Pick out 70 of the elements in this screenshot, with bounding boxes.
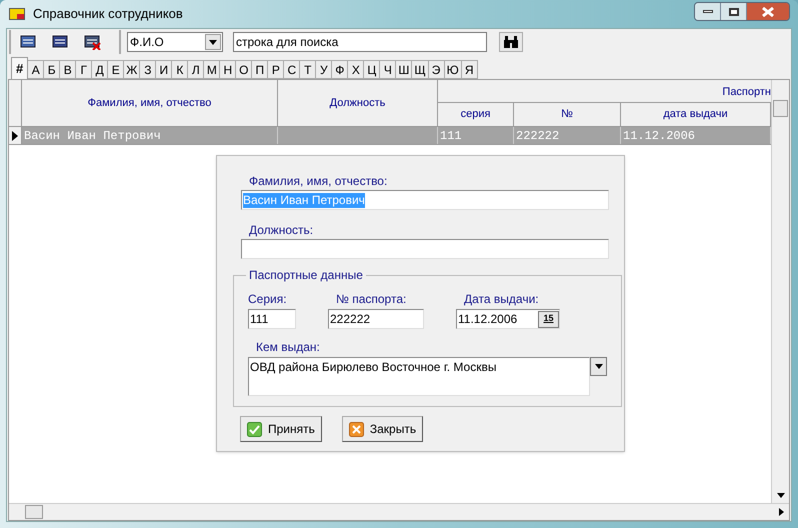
- field-label: Серия:: [248, 291, 288, 308]
- search-field-dropdown[interactable]: Ф.И.О: [127, 32, 223, 52]
- close-icon: [761, 6, 775, 16]
- app-icon: [9, 8, 25, 20]
- letter-tab[interactable]: Р: [267, 60, 284, 79]
- letter-tab[interactable]: П: [251, 60, 268, 79]
- field-label: № паспорта:: [336, 291, 408, 308]
- letter-tab[interactable]: Е: [107, 60, 124, 79]
- scroll-thumb[interactable]: [773, 100, 788, 117]
- letter-tab[interactable]: Х: [347, 60, 364, 79]
- cross-icon: [348, 422, 364, 436]
- window-title: Справочник сотрудников: [33, 5, 183, 24]
- table-cell-text: Васин Иван Петрович: [24, 128, 161, 144]
- letter-tab[interactable]: О: [235, 60, 252, 79]
- letter-tab[interactable]: Г: [75, 60, 92, 79]
- passport-number-field[interactable]: 222222: [328, 309, 424, 329]
- letter-tab[interactable]: З: [139, 60, 156, 79]
- scroll-thumb[interactable]: [25, 505, 43, 519]
- group-title: Паспортные данные: [248, 267, 364, 284]
- close-button[interactable]: [747, 3, 789, 20]
- column-header: Должность: [330, 96, 386, 111]
- letter-tab[interactable]: Ф: [331, 60, 348, 79]
- table-cell-text: 11.12.2006: [623, 128, 696, 144]
- letter-tab[interactable]: Ч: [379, 60, 396, 79]
- letter-tab[interactable]: Ж: [123, 60, 140, 79]
- dropdown-icon[interactable]: [590, 357, 607, 376]
- letter-tab[interactable]: Ц: [363, 60, 380, 79]
- search-input[interactable]: строка для поиска: [233, 32, 487, 52]
- field-label: Кем выдан:: [256, 339, 321, 356]
- calendar-button[interactable]: 15: [538, 310, 559, 328]
- column-group-header: Паспортн: [722, 84, 771, 100]
- table-cell-text: 111: [440, 128, 462, 144]
- binoculars-icon[interactable]: [499, 32, 523, 52]
- dropdown-arrow-icon: [209, 40, 217, 44]
- letter-tab[interactable]: С: [283, 60, 300, 79]
- column-header: серия: [460, 107, 490, 122]
- letter-tab[interactable]: И: [155, 60, 172, 79]
- letter-tab[interactable]: Я: [460, 60, 478, 79]
- row-pointer-icon: [12, 130, 18, 140]
- maximize-button[interactable]: [721, 3, 747, 20]
- column-header: №: [561, 107, 573, 122]
- column-header: дата выдачи: [663, 107, 728, 122]
- checkmark-icon: [247, 422, 262, 436]
- dialog-button[interactable]: Принять: [240, 416, 322, 442]
- letter-tab[interactable]: Ш: [395, 60, 412, 79]
- dialog-button[interactable]: Закрыть: [342, 416, 424, 442]
- letter-tab[interactable]: М: [203, 60, 220, 79]
- minimize-button[interactable]: [695, 3, 721, 20]
- scroll-right-arrow-icon[interactable]: [778, 508, 784, 516]
- field-label: Фамилия, имя, отчество:: [249, 173, 388, 190]
- field-label: Дата выдачи:: [464, 291, 540, 308]
- date-field[interactable]: 11.12.2006 15: [456, 309, 560, 329]
- letter-tab[interactable]: Э: [428, 60, 445, 79]
- letter-tab[interactable]: Т: [299, 60, 316, 79]
- field-label: Должность:: [249, 222, 314, 239]
- letter-tab[interactable]: К: [171, 60, 188, 79]
- series-field[interactable]: 111: [248, 309, 296, 329]
- column-header: Фамилия, имя, отчество: [88, 96, 212, 111]
- letter-tab[interactable]: У: [315, 60, 332, 79]
- letter-tab[interactable]: #: [11, 57, 28, 79]
- letter-tab[interactable]: В: [59, 60, 76, 79]
- letter-tab[interactable]: Д: [91, 60, 108, 79]
- letter-tab[interactable]: Л: [187, 60, 204, 79]
- letter-tab[interactable]: Щ: [411, 60, 429, 79]
- scroll-down-arrow-icon[interactable]: [776, 492, 784, 498]
- issued-by-field[interactable]: ОВД района Бирюлево Восточное г. Москвы: [248, 357, 590, 396]
- letter-tab[interactable]: Ю: [444, 60, 462, 79]
- letter-tab[interactable]: Б: [43, 60, 60, 79]
- table-cell-text: 222222: [516, 128, 560, 144]
- letter-tab[interactable]: Н: [219, 60, 236, 79]
